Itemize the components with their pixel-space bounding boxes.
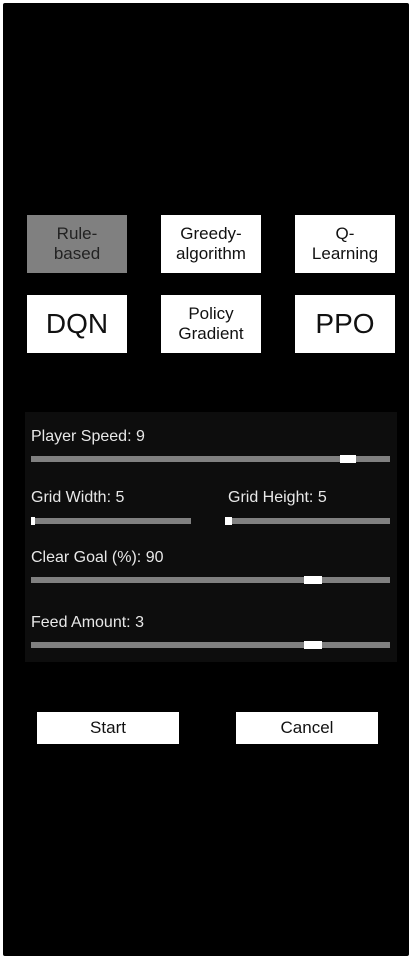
grid-width-label: Grid Width: 5 (31, 489, 125, 506)
grid-height-thumb[interactable] (225, 517, 232, 525)
grid-width-thumb[interactable] (31, 517, 35, 525)
feed-amount-thumb[interactable] (304, 641, 322, 649)
policy-gradient-label: Policy Gradient (178, 304, 244, 343)
q-learning-button[interactable]: Q- Learning (295, 215, 395, 273)
rule-based-label: Rule- based (53, 224, 101, 263)
dqn-label: DQN (45, 308, 109, 339)
clear-goal-thumb[interactable] (304, 576, 322, 584)
feed-amount-label: Feed Amount: 3 (31, 614, 144, 631)
feed-amount-slider[interactable] (31, 641, 390, 649)
player-speed-label: Player Speed: 9 (31, 428, 145, 445)
clear-goal-slider[interactable] (31, 576, 390, 584)
grid-width-slider[interactable] (31, 517, 191, 525)
settings-panel: Player Speed: 9 Grid Width: 5 Grid Heigh… (25, 412, 397, 662)
rule-based-button[interactable]: Rule- based (27, 215, 127, 273)
greedy-algorithm-button[interactable]: Greedy- algorithm (161, 215, 261, 273)
greedy-algorithm-label: Greedy- algorithm (176, 224, 246, 263)
ppo-label: PPO (315, 308, 375, 339)
clear-goal-label: Clear Goal (%): 90 (31, 549, 164, 566)
ppo-button[interactable]: PPO (295, 295, 395, 353)
player-speed-thumb[interactable] (340, 455, 356, 463)
policy-gradient-button[interactable]: Policy Gradient (161, 295, 261, 353)
grid-height-slider[interactable] (225, 517, 390, 525)
q-learning-label: Q- Learning (311, 224, 379, 263)
cancel-button[interactable]: Cancel (236, 712, 378, 744)
start-button-label: Start (90, 718, 126, 737)
dqn-button[interactable]: DQN (27, 295, 127, 353)
app-screen: Rule- based Greedy- algorithm Q- Learnin… (3, 3, 409, 956)
cancel-button-label: Cancel (280, 718, 334, 737)
start-button[interactable]: Start (37, 712, 179, 744)
grid-height-label: Grid Height: 5 (228, 489, 327, 506)
player-speed-slider[interactable] (31, 455, 390, 463)
